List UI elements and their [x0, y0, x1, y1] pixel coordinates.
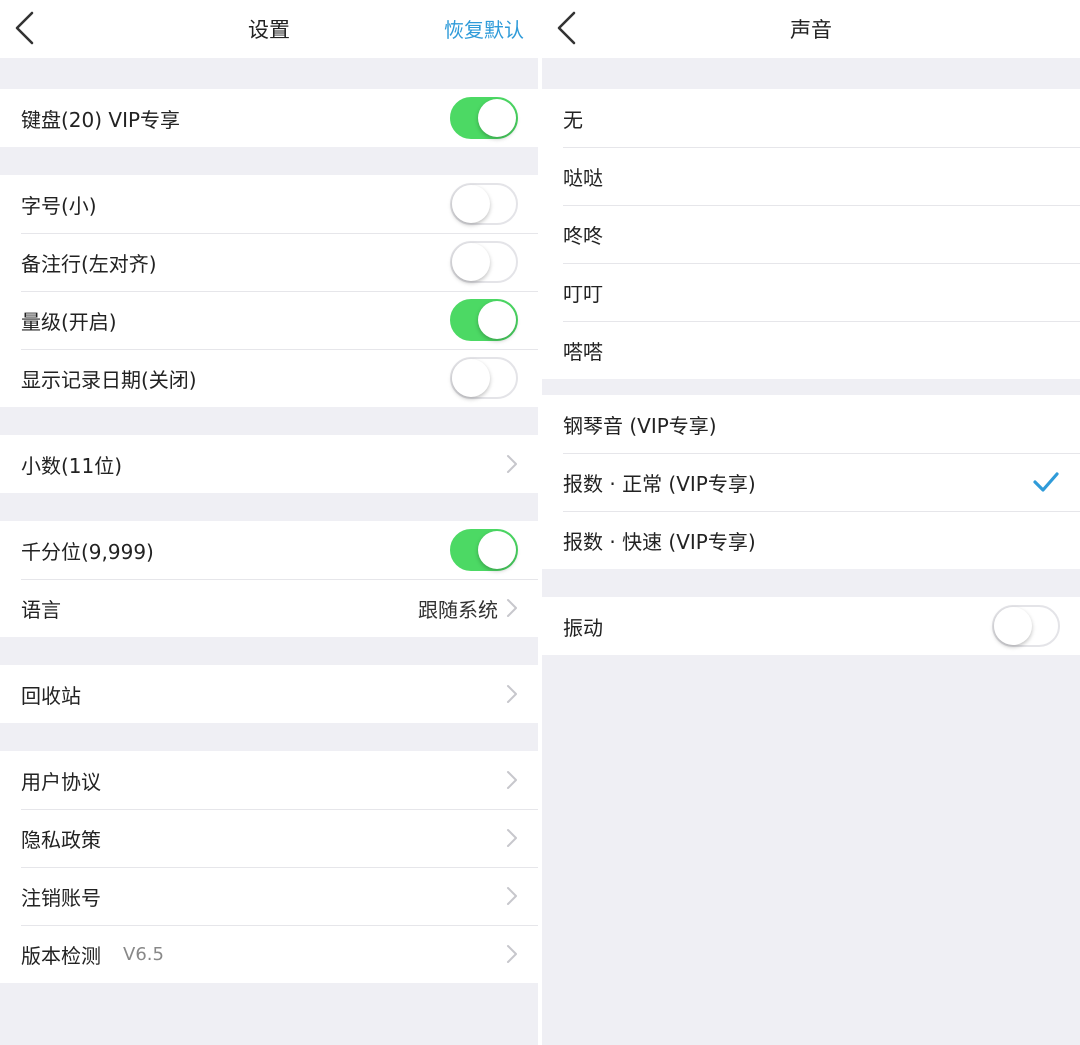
recycle-bin-row[interactable]: 回收站: [0, 665, 538, 723]
font-size-row[interactable]: 字号(小): [0, 175, 538, 233]
toggle-knob: [478, 99, 516, 137]
magnitude-row[interactable]: 量级(开启): [0, 291, 538, 349]
sound-option-piano[interactable]: 钢琴音 (VIP专享): [542, 395, 1080, 453]
vip-sounds-group: 钢琴音 (VIP专享) 报数 · 正常 (VIP专享) 报数 · 快速 (VIP…: [542, 395, 1080, 569]
user-agreement-row[interactable]: 用户协议: [0, 751, 538, 809]
sound-option-label: 叮叮: [563, 281, 603, 306]
thousands-toggle[interactable]: [450, 529, 518, 571]
privacy-policy-row[interactable]: 隐私政策: [0, 809, 538, 867]
version-check-label: 版本检测: [21, 943, 101, 968]
vibration-label: 振动: [563, 615, 603, 640]
privacy-policy-label: 隐私政策: [21, 827, 101, 852]
vibration-row[interactable]: 振动: [542, 597, 1080, 655]
toggle-knob: [452, 185, 490, 223]
toggle-knob: [478, 301, 516, 339]
recycle-bin-label: 回收站: [21, 683, 81, 708]
chevron-right-icon: [507, 599, 517, 617]
delete-account-row[interactable]: 注销账号: [0, 867, 538, 925]
version-number: V6.5: [123, 943, 164, 965]
format-group: 千分位(9,999) 语言 跟随系统: [0, 521, 538, 637]
chevron-right-icon: [507, 945, 517, 963]
font-size-toggle[interactable]: [450, 183, 518, 225]
note-row-toggle[interactable]: [450, 241, 518, 283]
sound-option-dada2[interactable]: 嗒嗒: [542, 321, 1080, 379]
keyboard-group: 键盘(20) VIP专享: [0, 89, 538, 147]
settings-panel: 设置 恢复默认 键盘(20) VIP专享 字号(小) 备注行(左对齐) 量级(开…: [0, 0, 538, 1045]
vibration-group: 振动: [542, 597, 1080, 655]
restore-defaults-button[interactable]: 恢复默认: [444, 14, 524, 43]
delete-account-label: 注销账号: [21, 885, 101, 910]
user-agreement-label: 用户协议: [21, 769, 101, 794]
decimal-row[interactable]: 小数(11位): [0, 435, 538, 493]
font-size-label: 字号(小): [21, 193, 97, 218]
sound-option-label: 钢琴音 (VIP专享): [563, 413, 717, 438]
toggle-knob: [452, 359, 490, 397]
sound-nav-bar: 声音: [542, 0, 1080, 58]
vibration-toggle[interactable]: [992, 605, 1060, 647]
basic-sounds-group: 无 哒哒 咚咚 叮叮 嗒嗒: [542, 89, 1080, 379]
sound-option-count-normal[interactable]: 报数 · 正常 (VIP专享): [542, 453, 1080, 511]
sound-option-label: 报数 · 快速 (VIP专享): [563, 529, 756, 554]
sound-option-label: 咚咚: [563, 223, 603, 248]
chevron-right-icon: [507, 771, 517, 789]
thousands-label: 千分位(9,999): [21, 539, 154, 564]
toggle-knob: [478, 531, 516, 569]
chevron-right-icon: [507, 887, 517, 905]
chevron-right-icon: [507, 455, 517, 473]
language-label: 语言: [21, 597, 61, 622]
note-row-row[interactable]: 备注行(左对齐): [0, 233, 538, 291]
sound-option-none[interactable]: 无: [542, 89, 1080, 147]
magnitude-label: 量级(开启): [21, 309, 117, 334]
sound-panel: 声音 无 哒哒 咚咚 叮叮 嗒嗒 钢琴音 (VIP专享) 报数 · 正常 (VI…: [542, 0, 1080, 1045]
decimal-label: 小数(11位): [21, 453, 123, 478]
toggle-knob: [452, 243, 490, 281]
chevron-right-icon: [507, 829, 517, 847]
sound-option-label: 嗒嗒: [563, 339, 603, 364]
note-row-label: 备注行(左对齐): [21, 251, 157, 276]
show-date-row[interactable]: 显示记录日期(关闭): [0, 349, 538, 407]
language-row[interactable]: 语言 跟随系统: [0, 579, 538, 637]
show-date-toggle[interactable]: [450, 357, 518, 399]
recycle-group: 回收站: [0, 665, 538, 723]
sound-option-dongdong[interactable]: 咚咚: [542, 205, 1080, 263]
keyboard-label: 键盘(20) VIP专享: [21, 107, 181, 132]
language-value: 跟随系统: [418, 597, 498, 622]
thousands-row[interactable]: 千分位(9,999): [0, 521, 538, 579]
page-title: 声音: [790, 18, 832, 42]
checkmark-icon: [1033, 472, 1059, 492]
keyboard-row[interactable]: 键盘(20) VIP专享: [0, 89, 538, 147]
sound-option-dingding[interactable]: 叮叮: [542, 263, 1080, 321]
sound-option-label: 报数 · 正常 (VIP专享): [563, 471, 756, 496]
sound-option-label: 无: [563, 107, 583, 132]
settings-nav-bar: 设置 恢复默认: [0, 0, 538, 58]
display-group: 字号(小) 备注行(左对齐) 量级(开启) 显示记录日期(关闭): [0, 175, 538, 407]
decimal-group: 小数(11位): [0, 435, 538, 493]
version-check-row[interactable]: 版本检测 V6.5: [0, 925, 538, 983]
sound-option-dada[interactable]: 哒哒: [542, 147, 1080, 205]
toggle-knob: [994, 607, 1032, 645]
about-group: 用户协议 隐私政策 注销账号 版本检测 V6.5: [0, 751, 538, 983]
chevron-right-icon: [507, 685, 517, 703]
sound-option-count-fast[interactable]: 报数 · 快速 (VIP专享): [542, 511, 1080, 569]
show-date-label: 显示记录日期(关闭): [21, 367, 197, 392]
keyboard-toggle[interactable]: [450, 97, 518, 139]
sound-option-label: 哒哒: [563, 165, 603, 190]
magnitude-toggle[interactable]: [450, 299, 518, 341]
